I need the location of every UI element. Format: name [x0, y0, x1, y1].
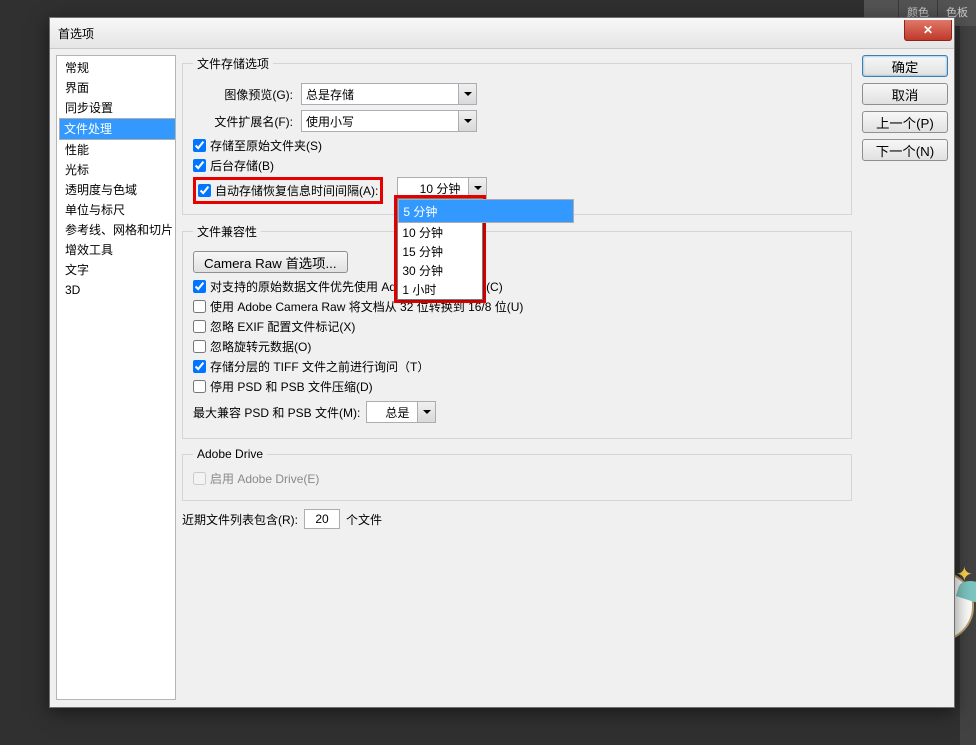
- file-ext-select[interactable]: 使用小写: [301, 110, 477, 132]
- sidebar-item-sync[interactable]: 同步设置: [59, 98, 173, 118]
- dialog-title: 首选项: [58, 25, 94, 42]
- sidebar-item-performance[interactable]: 性能: [59, 140, 173, 160]
- auto-save-option-1hr[interactable]: 1 小时: [398, 280, 482, 299]
- image-preview-value: 总是存储: [306, 86, 354, 103]
- use-acr-32-checkbox[interactable]: [193, 300, 206, 313]
- file-compat-group: 文件兼容性 Camera Raw 首选项... 对支持的原始数据文件优先使用 A…: [182, 223, 852, 439]
- auto-save-option-5min[interactable]: 5 分钟: [398, 199, 574, 223]
- auto-save-option-30min[interactable]: 30 分钟: [398, 261, 482, 280]
- file-ext-value: 使用小写: [306, 113, 354, 130]
- sidebar-item-plugins[interactable]: 增效工具: [59, 240, 173, 260]
- sidebar-item-file-handling[interactable]: 文件处理: [59, 118, 176, 140]
- enable-drive-checkbox: [193, 472, 206, 485]
- enable-drive-label: 启用 Adobe Drive(E): [210, 470, 319, 487]
- sidebar-item-type[interactable]: 文字: [59, 260, 173, 280]
- recent-files-label-post: 个文件: [346, 511, 382, 528]
- sidebar-item-units[interactable]: 单位与标尺: [59, 200, 173, 220]
- ask-tiff-checkbox[interactable]: [193, 360, 206, 373]
- host-scrollbar[interactable]: [960, 26, 976, 745]
- preferences-dialog: 首选项 ✕ 常规 界面 同步设置 文件处理 性能 光标 透明度与色域 单位与标尺…: [49, 17, 955, 708]
- dropdown-arrow-icon: [458, 84, 476, 104]
- sidebar-item-transparency[interactable]: 透明度与色域: [59, 180, 173, 200]
- auto-save-checkbox[interactable]: [198, 184, 211, 197]
- titlebar: 首选项 ✕: [50, 18, 954, 49]
- adobe-drive-group: Adobe Drive 启用 Adobe Drive(E): [182, 447, 852, 501]
- ignore-rotation-label: 忽略旋转元数据(O): [210, 338, 311, 355]
- disable-psd-compression-label: 停用 PSD 和 PSB 文件压缩(D): [210, 378, 373, 395]
- save-to-original-checkbox[interactable]: [193, 139, 206, 152]
- prev-button[interactable]: 上一个(P): [862, 111, 948, 133]
- close-button[interactable]: ✕: [904, 20, 952, 41]
- save-to-original-label: 存储至原始文件夹(S): [210, 137, 322, 154]
- sidebar-item-3d[interactable]: 3D: [59, 280, 173, 300]
- cancel-button[interactable]: 取消: [862, 83, 948, 105]
- sidebar-item-interface[interactable]: 界面: [59, 78, 173, 98]
- ignore-exif-checkbox[interactable]: [193, 320, 206, 333]
- camera-raw-prefs-button[interactable]: Camera Raw 首选项...: [193, 251, 348, 273]
- category-list[interactable]: 常规 界面 同步设置 文件处理 性能 光标 透明度与色域 单位与标尺 参考线、网…: [56, 55, 176, 700]
- file-saving-legend: 文件存储选项: [193, 55, 273, 72]
- ignore-rotation-checkbox[interactable]: [193, 340, 206, 353]
- adobe-drive-legend: Adobe Drive: [193, 447, 267, 461]
- background-save-checkbox[interactable]: [193, 159, 206, 172]
- max-compat-label: 最大兼容 PSD 和 PSB 文件(M):: [193, 404, 360, 421]
- recent-files-input[interactable]: 20: [304, 509, 340, 529]
- ask-tiff-label: 存储分层的 TIFF 文件之前进行询问（T）: [210, 358, 429, 375]
- ok-button[interactable]: 确定: [862, 55, 948, 77]
- prefer-raw-checkbox[interactable]: [193, 280, 206, 293]
- auto-save-option-10min[interactable]: 10 分钟: [398, 223, 482, 242]
- file-ext-label: 文件扩展名(F):: [193, 113, 293, 130]
- image-preview-label: 图像预览(G):: [193, 86, 293, 103]
- auto-save-label: 自动存储恢复信息时间间隔(A):: [215, 182, 378, 199]
- sidebar-item-cursors[interactable]: 光标: [59, 160, 173, 180]
- next-button[interactable]: 下一个(N): [862, 139, 948, 161]
- sidebar-item-guides[interactable]: 参考线、网格和切片: [59, 220, 173, 240]
- auto-save-interval-dropdown[interactable]: 5 分钟 10 分钟 15 分钟 30 分钟 1 小时: [397, 198, 483, 300]
- recent-files-label-pre: 近期文件列表包含(R):: [182, 511, 298, 528]
- dropdown-arrow-icon: [417, 402, 435, 422]
- auto-save-option-15min[interactable]: 15 分钟: [398, 242, 482, 261]
- max-compat-value: 总是: [385, 404, 409, 421]
- close-icon: ✕: [923, 23, 933, 37]
- max-compat-select[interactable]: 总是: [366, 401, 436, 423]
- disable-psd-compression-checkbox[interactable]: [193, 380, 206, 393]
- file-saving-group: 文件存储选项 图像预览(G): 总是存储 文件扩展名(F): 使用小写: [182, 55, 852, 215]
- sidebar-item-general[interactable]: 常规: [59, 58, 173, 78]
- image-preview-select[interactable]: 总是存储: [301, 83, 477, 105]
- dropdown-arrow-icon: [458, 111, 476, 131]
- auto-save-interval-value: 10 分钟: [420, 180, 461, 197]
- file-compat-legend: 文件兼容性: [193, 223, 261, 240]
- ignore-exif-label: 忽略 EXIF 配置文件标记(X): [210, 318, 355, 335]
- background-save-label: 后台存储(B): [210, 157, 274, 174]
